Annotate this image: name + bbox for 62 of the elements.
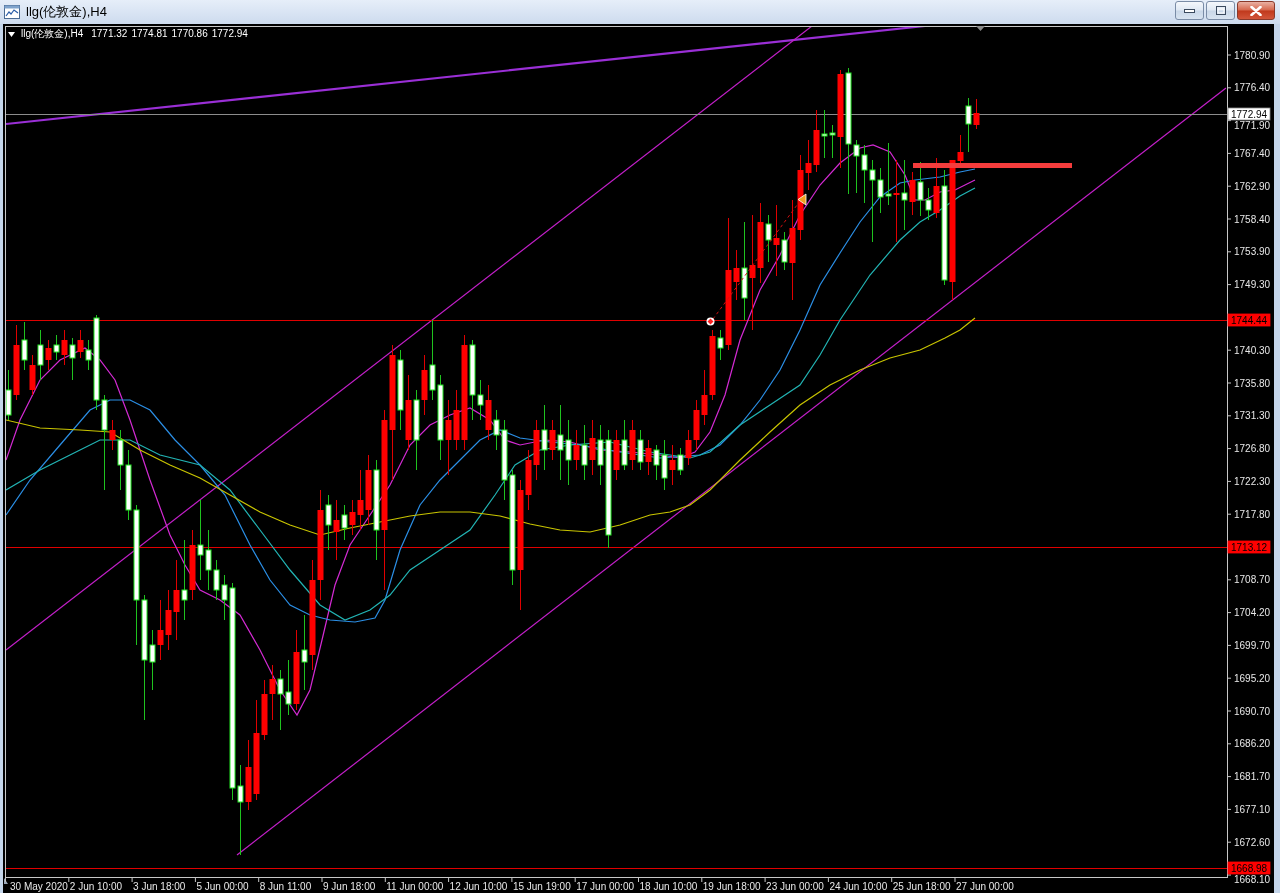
minimize-icon bbox=[1184, 8, 1195, 13]
current-price-tag: 1772.94 bbox=[1227, 107, 1271, 121]
price-label: 1735.80 bbox=[1234, 377, 1271, 389]
price-label: 1686.20 bbox=[1234, 738, 1271, 750]
price-level-tag: 1713.12 bbox=[1227, 540, 1271, 554]
trade-entry-marker-icon bbox=[706, 317, 715, 326]
price-label: 1708.70 bbox=[1234, 574, 1271, 586]
price-label: 1695.20 bbox=[1234, 672, 1271, 684]
time-label: 15 Jun 19:00 bbox=[512, 880, 571, 892]
price-level-tag: 1744.44 bbox=[1227, 313, 1271, 327]
time-label: 2 Jun 10:00 bbox=[69, 880, 123, 892]
ohlc-value: 1770.86 bbox=[171, 28, 208, 40]
time-label: 9 Jun 18:00 bbox=[323, 880, 376, 892]
time-label: 19 Jun 18:00 bbox=[702, 880, 761, 892]
trade-exit-marker-icon bbox=[797, 193, 807, 206]
time-label: 27 Jun 00:00 bbox=[956, 880, 1014, 892]
price-label: 1749.30 bbox=[1234, 279, 1271, 291]
price-label: 1753.90 bbox=[1234, 246, 1271, 258]
restore-button[interactable] bbox=[1206, 1, 1235, 20]
price-label: 1699.70 bbox=[1234, 639, 1271, 651]
axis-corner-marker-icon bbox=[4, 878, 8, 884]
ohlc-value: 1772.94 bbox=[211, 28, 248, 40]
price-label: 1780.90 bbox=[1234, 49, 1271, 61]
time-label: 18 Jun 10:00 bbox=[639, 880, 698, 892]
time-label: 5 Jun 00:00 bbox=[196, 880, 249, 892]
price-label: 1771.90 bbox=[1234, 119, 1271, 131]
price-label: 1726.80 bbox=[1234, 443, 1271, 455]
price-label: 1767.40 bbox=[1234, 147, 1271, 159]
price-label: 1776.40 bbox=[1234, 82, 1271, 94]
chart-window-icon bbox=[4, 4, 20, 20]
price-label: 1717.80 bbox=[1234, 508, 1271, 520]
ohlc-value: 1771.32 bbox=[91, 28, 128, 40]
time-label: 25 Jun 18:00 bbox=[892, 880, 951, 892]
price-label: 1731.30 bbox=[1234, 410, 1271, 422]
time-label: 30 May 2020 bbox=[10, 880, 68, 892]
close-button[interactable] bbox=[1237, 1, 1275, 20]
time-label: 3 Jun 18:00 bbox=[133, 880, 186, 892]
chart-shift-marker-icon bbox=[976, 26, 985, 31]
price-label: 1681.70 bbox=[1234, 771, 1271, 783]
time-label: 23 Jun 00:00 bbox=[766, 880, 824, 892]
time-label: 8 Jun 11:00 bbox=[259, 880, 312, 892]
window-title: llg(伦敦金),H4 bbox=[26, 4, 108, 20]
price-label: 1672.60 bbox=[1234, 836, 1271, 848]
minimize-button[interactable] bbox=[1175, 1, 1204, 20]
dropdown-triangle-icon[interactable] bbox=[8, 31, 15, 37]
close-icon bbox=[1250, 5, 1262, 16]
time-label: 24 Jun 10:00 bbox=[829, 880, 888, 892]
price-label: 1668.10 bbox=[1234, 873, 1271, 885]
time-label: 11 Jun 00:00 bbox=[386, 880, 444, 892]
restore-icon bbox=[1215, 6, 1226, 15]
price-label: 1677.10 bbox=[1234, 803, 1271, 815]
price-label: 1690.70 bbox=[1234, 705, 1271, 717]
time-label: 12 Jun 10:00 bbox=[449, 880, 508, 892]
price-label: 1704.20 bbox=[1234, 607, 1271, 619]
chart-symbol: llg(伦敦金),H4 bbox=[21, 28, 84, 40]
price-level-tag: 1668.98 bbox=[1227, 861, 1271, 875]
price-label: 1762.90 bbox=[1234, 180, 1271, 192]
price-label: 1740.30 bbox=[1234, 344, 1271, 356]
ohlc-value: 1774.81 bbox=[131, 28, 168, 40]
price-label: 1758.40 bbox=[1234, 213, 1271, 225]
time-label: 17 Jun 00:00 bbox=[576, 880, 635, 892]
price-label: 1722.30 bbox=[1234, 475, 1271, 487]
